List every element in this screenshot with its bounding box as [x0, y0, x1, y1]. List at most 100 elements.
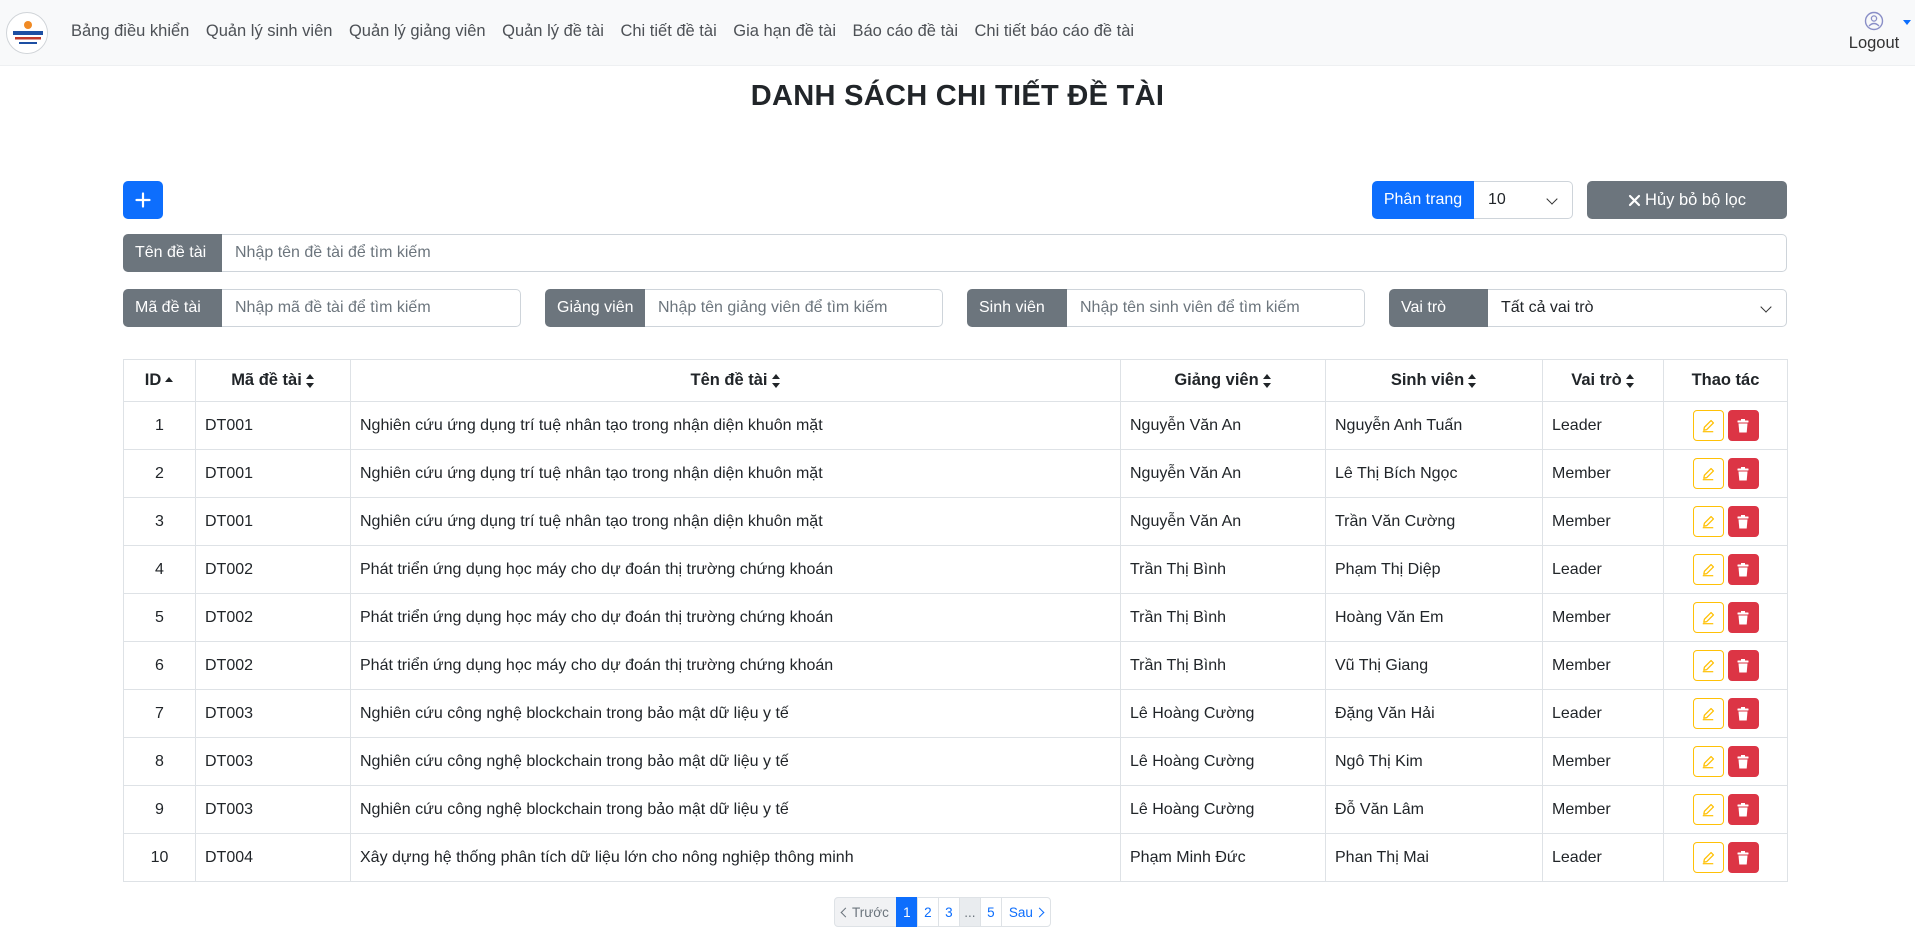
- column-header-id[interactable]: ID: [123, 359, 196, 402]
- main-nav: Bảng điều khiển Quản lý sinh viên Quản lý …: [71, 22, 1151, 41]
- cell-topic-code: DT002: [195, 545, 351, 594]
- delete-button[interactable]: [1727, 746, 1759, 777]
- pagination: Trước 1 2 3... 5 Sau: [834, 897, 1051, 927]
- edit-button[interactable]: [1692, 746, 1724, 777]
- trash-icon: [1737, 658, 1749, 673]
- sort-icon: [305, 373, 315, 388]
- user-menu[interactable]: Logout: [1845, 8, 1911, 53]
- nav-link-3[interactable]: Quản lý giảng viên: [349, 22, 486, 41]
- page-button-3[interactable]: 3: [937, 897, 960, 927]
- column-header-topic-code[interactable]: Mã đề tài: [195, 359, 351, 402]
- nav-link-7[interactable]: Báo cáo đề tài: [853, 22, 959, 41]
- cell-role: Member: [1542, 593, 1664, 642]
- cell-topic-name: Nghiên cứu ứng dụng trí tuệ nhân tạo tro…: [350, 401, 1121, 450]
- topic-code-search-input[interactable]: [222, 289, 521, 327]
- delete-button[interactable]: [1727, 842, 1759, 873]
- page-button-1[interactable]: 1: [895, 897, 918, 927]
- lecturer-search-input[interactable]: [645, 289, 943, 327]
- delete-button[interactable]: [1727, 698, 1759, 729]
- edit-button[interactable]: [1692, 458, 1724, 489]
- page-size-value: 10: [1488, 191, 1506, 208]
- cell-id: 5: [123, 593, 196, 642]
- cell-topic-code: DT003: [195, 737, 351, 786]
- delete-button[interactable]: [1727, 794, 1759, 825]
- column-header-role[interactable]: Vai trò: [1542, 359, 1664, 402]
- edit-button[interactable]: [1692, 698, 1724, 729]
- page-size-select[interactable]: 10: [1474, 181, 1573, 219]
- cell-actions: [1663, 737, 1788, 786]
- edit-button[interactable]: [1692, 650, 1724, 681]
- edit-button[interactable]: [1692, 506, 1724, 537]
- close-icon: [1628, 194, 1641, 206]
- cell-role: Leader: [1542, 833, 1664, 882]
- table-header-row: ID Mã đề tài Tên đề tài Giảng viên Sinh …: [123, 359, 1788, 402]
- cell-actions: [1663, 689, 1788, 738]
- cell-lecturer: Lê Hoàng Cường: [1120, 785, 1326, 834]
- delete-button[interactable]: [1727, 554, 1759, 585]
- cell-id: 1: [123, 401, 196, 450]
- edit-button[interactable]: [1692, 410, 1724, 441]
- user-avatar-icon[interactable]: [1863, 10, 1911, 32]
- delete-button[interactable]: [1727, 506, 1759, 537]
- nav-link-1[interactable]: Bảng điều khiển: [71, 22, 189, 41]
- next-page-button[interactable]: Sau: [1000, 897, 1051, 927]
- cell-topic-name: Xây dựng hệ thống phân tích dữ liệu lớn …: [350, 833, 1121, 882]
- cell-id: 9: [123, 785, 196, 834]
- cell-student: Lê Thị Bích Ngọc: [1325, 449, 1543, 498]
- column-header-student[interactable]: Sinh viên: [1325, 359, 1543, 402]
- role-select-value: Tất cả vai trò: [1501, 299, 1594, 316]
- table-row: 9 DT003 Nghiên cứu công nghệ blockchain tr…: [123, 785, 1788, 834]
- logout-link[interactable]: Logout: [1845, 34, 1903, 53]
- nav-link-8[interactable]: Chi tiết báo cáo đề tài: [975, 22, 1135, 41]
- cell-role: Member: [1542, 641, 1664, 690]
- cell-lecturer: Nguyễn Văn An: [1120, 401, 1326, 450]
- role-select[interactable]: Tất cả vai trò: [1488, 289, 1787, 327]
- nav-link-4[interactable]: Quản lý đề tài: [502, 22, 604, 41]
- nav-link-5[interactable]: Chi tiết đề tài: [620, 22, 716, 41]
- filter-topic-name: Tên đề tài: [123, 234, 1787, 272]
- page-size-group: Phân trang 10: [1372, 181, 1573, 219]
- cell-student: Phan Thị Mai: [1325, 833, 1543, 882]
- delete-button[interactable]: [1727, 602, 1759, 633]
- trash-icon: [1737, 418, 1749, 433]
- table-row: 6 DT002 Phát triển ứng dụng học máy cho dự…: [123, 641, 1788, 690]
- filter-lecturer-label: Giảng viên: [545, 289, 645, 327]
- table-row: 2 DT001 Nghiên cứu ứng dụng trí tuệ nhân t…: [123, 449, 1788, 498]
- prev-page-button[interactable]: Trước: [834, 897, 897, 927]
- edit-icon: [1701, 467, 1715, 481]
- delete-button[interactable]: [1727, 650, 1759, 681]
- cell-actions: [1663, 833, 1788, 882]
- delete-button[interactable]: [1727, 458, 1759, 489]
- faculty-logo[interactable]: [6, 12, 48, 54]
- cell-role: Member: [1542, 449, 1664, 498]
- cell-topic-name: Phát triển ứng dụng học máy cho dự đoán …: [350, 641, 1121, 690]
- page-button-2[interactable]: 2: [916, 897, 939, 927]
- cell-student: Ngô Thị Kim: [1325, 737, 1543, 786]
- cell-id: 8: [123, 737, 196, 786]
- cell-role: Member: [1542, 737, 1664, 786]
- delete-button[interactable]: [1727, 410, 1759, 441]
- edit-button[interactable]: [1692, 794, 1724, 825]
- cell-id: 3: [123, 497, 196, 546]
- cell-topic-name: Phát triển ứng dụng học máy cho dự đoán …: [350, 545, 1121, 594]
- add-button[interactable]: [123, 181, 163, 219]
- top-navbar: Bảng điều khiển Quản lý sinh viên Quản lý …: [0, 0, 1915, 66]
- topic-name-search-input[interactable]: [222, 234, 1787, 272]
- edit-button[interactable]: [1692, 602, 1724, 633]
- sort-icon: [771, 373, 781, 388]
- edit-button[interactable]: [1692, 842, 1724, 873]
- cell-topic-code: DT002: [195, 641, 351, 690]
- edit-icon: [1701, 419, 1715, 433]
- cell-student: Hoàng Văn Em: [1325, 593, 1543, 642]
- clear-filter-button[interactable]: Hủy bỏ bộ lọc: [1587, 181, 1787, 219]
- nav-link-2[interactable]: Quản lý sinh viên: [206, 22, 333, 41]
- column-header-topic-name[interactable]: Tên đề tài: [350, 359, 1121, 402]
- edit-button[interactable]: [1692, 554, 1724, 585]
- column-header-lecturer[interactable]: Giảng viên: [1120, 359, 1326, 402]
- chevron-down-icon: [1546, 193, 1558, 205]
- page-button-5[interactable]: 5: [979, 897, 1002, 927]
- student-search-input[interactable]: [1067, 289, 1365, 327]
- cell-topic-name: Nghiên cứu ứng dụng trí tuệ nhân tạo tro…: [350, 449, 1121, 498]
- cell-id: 6: [123, 641, 196, 690]
- nav-link-6[interactable]: Gia hạn đề tài: [733, 22, 836, 41]
